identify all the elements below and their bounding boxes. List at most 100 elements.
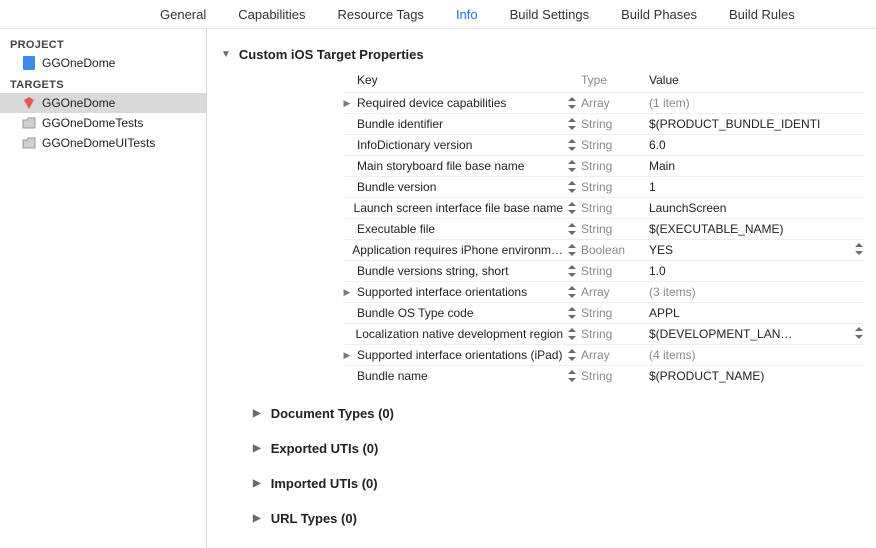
section-exported-utis[interactable]: ▶ Exported UTIs (0) (253, 441, 864, 456)
key-popup-stepper-icon[interactable] (563, 306, 581, 320)
plist-value-cell[interactable]: LaunchScreen (649, 201, 864, 215)
plist-type-cell[interactable]: String (581, 264, 649, 278)
section-url-types[interactable]: ▶ URL Types (0) (253, 511, 864, 526)
plist-value-cell[interactable]: 6.0 (649, 138, 864, 152)
sidebar-target-item[interactable]: GGOneDomeTests (0, 113, 206, 133)
plist-type-cell[interactable]: String (581, 117, 649, 131)
plist-row[interactable]: Launch screen interface file base name St… (343, 197, 864, 218)
plist-value-cell[interactable]: $(DEVELOPMENT_LAN… (649, 326, 864, 343)
plist-value-cell[interactable]: $(EXECUTABLE_NAME) (649, 222, 864, 236)
key-popup-stepper-icon[interactable] (563, 264, 581, 278)
plist-type-cell[interactable]: String (581, 201, 649, 215)
tab-build-phases[interactable]: Build Phases (621, 7, 697, 22)
plist-row[interactable]: Bundle version String1 (343, 176, 864, 197)
plist-row[interactable]: Bundle versions string, short String1.0 (343, 260, 864, 281)
value-popup-stepper-icon[interactable] (854, 242, 864, 259)
plist-row[interactable]: Localization native development region St… (343, 323, 864, 344)
tab-general[interactable]: General (160, 7, 206, 22)
value-popup-stepper-icon[interactable] (854, 326, 864, 343)
plist-type-cell[interactable]: String (581, 180, 649, 194)
disclosure-triangle-right-icon: ▶ (253, 408, 261, 419)
plist-value-cell[interactable]: 1.0 (649, 264, 864, 278)
plist-value-cell[interactable]: APPL (649, 306, 864, 320)
plist-key-cell[interactable]: Launch screen interface file base name (343, 201, 563, 215)
key-popup-stepper-icon[interactable] (563, 201, 581, 215)
sidebar-target-item[interactable]: GGOneDomeUITests (0, 133, 206, 153)
disclosure-triangle-right-icon[interactable]: ▶ (343, 350, 351, 361)
tab-resource-tags[interactable]: Resource Tags (337, 7, 423, 22)
plist-value-cell[interactable]: YES (649, 242, 864, 259)
section-document-types[interactable]: ▶ Document Types (0) (253, 406, 864, 421)
key-popup-stepper-icon[interactable] (563, 96, 581, 110)
sidebar-target-item[interactable]: GGOneDome (0, 93, 206, 113)
plist-type-cell[interactable]: Array (581, 285, 649, 299)
plist-key-cell[interactable]: Localization native development region (343, 327, 563, 341)
plist-row[interactable]: Main storyboard file base name StringMain (343, 155, 864, 176)
plist-key-cell[interactable]: Bundle OS Type code (343, 306, 563, 320)
plist-type-cell[interactable]: Array (581, 348, 649, 362)
plist-header-row: Key Type Value (343, 70, 864, 90)
plist-value-cell[interactable]: (1 item) (649, 96, 864, 110)
key-popup-stepper-icon[interactable] (563, 327, 581, 341)
plist-value-cell[interactable]: (4 items) (649, 348, 864, 362)
key-popup-stepper-icon[interactable] (563, 243, 581, 257)
tab-capabilities[interactable]: Capabilities (238, 7, 305, 22)
plist-row[interactable]: Bundle identifier String$(PRODUCT_BUNDLE_… (343, 113, 864, 134)
plist-key-label: Supported interface orientations (357, 285, 527, 299)
plist-type-cell[interactable]: String (581, 222, 649, 236)
plist-value-label: YES (649, 243, 673, 257)
plist-key-label: Bundle versions string, short (357, 264, 508, 278)
key-popup-stepper-icon[interactable] (563, 117, 581, 131)
disclosure-triangle-right-icon[interactable]: ▶ (343, 98, 351, 109)
plist-type-cell[interactable]: String (581, 138, 649, 152)
section-imported-utis[interactable]: ▶ Imported UTIs (0) (253, 476, 864, 491)
plist-key-cell[interactable]: ▶Supported interface orientations (iPad) (343, 348, 563, 362)
sidebar-target-label: GGOneDomeTests (42, 116, 143, 130)
target-editor-tabbar: General Capabilities Resource Tags Info … (0, 0, 876, 29)
plist-key-cell[interactable]: Main storyboard file base name (343, 159, 563, 173)
sidebar-project-item[interactable]: GGOneDome (0, 53, 206, 73)
plist-row[interactable]: Bundle OS Type code StringAPPL (343, 302, 864, 323)
plist-value-cell[interactable]: Main (649, 159, 864, 173)
tab-build-settings[interactable]: Build Settings (510, 7, 590, 22)
plist-row[interactable]: ▶ Supported interface orientations Array(3… (343, 281, 864, 302)
key-popup-stepper-icon[interactable] (563, 180, 581, 194)
plist-row[interactable]: ▶Supported interface orientations (iPad)… (343, 344, 864, 365)
plist-key-cell[interactable]: ▶Required device capabilities (343, 96, 563, 110)
plist-row[interactable]: ▶Required device capabilities Array(1 ite… (343, 92, 864, 113)
key-popup-stepper-icon[interactable] (563, 138, 581, 152)
key-popup-stepper-icon[interactable] (563, 285, 581, 299)
key-popup-stepper-icon[interactable] (563, 222, 581, 236)
key-popup-stepper-icon[interactable] (563, 348, 581, 362)
plist-type-cell[interactable]: Boolean (581, 243, 649, 257)
plist-row[interactable]: InfoDictionary version String6.0 (343, 134, 864, 155)
plist-row[interactable]: Bundle name String$(PRODUCT_NAME) (343, 365, 864, 386)
tab-info[interactable]: Info (456, 7, 478, 22)
plist-key-cell[interactable]: Bundle identifier (343, 117, 563, 131)
plist-key-cell[interactable]: InfoDictionary version (343, 138, 563, 152)
plist-type-cell[interactable]: String (581, 369, 649, 383)
plist-value-cell[interactable]: $(PRODUCT_BUNDLE_IDENTI (649, 117, 864, 131)
plist-key-cell[interactable]: Executable file (343, 222, 563, 236)
disclosure-triangle-right-icon[interactable]: ▶ (343, 287, 351, 298)
plist-type-cell[interactable]: String (581, 159, 649, 173)
tab-build-rules[interactable]: Build Rules (729, 7, 795, 22)
section-custom-ios-props[interactable]: ▼ Custom iOS Target Properties (221, 47, 864, 62)
plist-key-cell[interactable]: Bundle version (343, 180, 563, 194)
plist-key-label: Localization native development region (356, 327, 563, 341)
plist-row[interactable]: Executable file String$(EXECUTABLE_NAME) (343, 218, 864, 239)
plist-key-cell[interactable]: ▶ Supported interface orientations (343, 285, 563, 299)
plist-type-cell[interactable]: Array (581, 96, 649, 110)
plist-key-cell[interactable]: Application requires iPhone environm… (343, 243, 563, 257)
section-title: Exported UTIs (0) (271, 441, 379, 456)
plist-value-cell[interactable]: $(PRODUCT_NAME) (649, 369, 864, 383)
plist-type-cell[interactable]: String (581, 327, 649, 341)
key-popup-stepper-icon[interactable] (563, 159, 581, 173)
plist-key-cell[interactable]: Bundle name (343, 369, 563, 383)
plist-type-cell[interactable]: String (581, 306, 649, 320)
plist-value-cell[interactable]: 1 (649, 180, 864, 194)
key-popup-stepper-icon[interactable] (563, 369, 581, 383)
plist-key-cell[interactable]: Bundle versions string, short (343, 264, 563, 278)
plist-row[interactable]: Application requires iPhone environm… Boo… (343, 239, 864, 260)
plist-value-cell[interactable]: (3 items) (649, 285, 864, 299)
